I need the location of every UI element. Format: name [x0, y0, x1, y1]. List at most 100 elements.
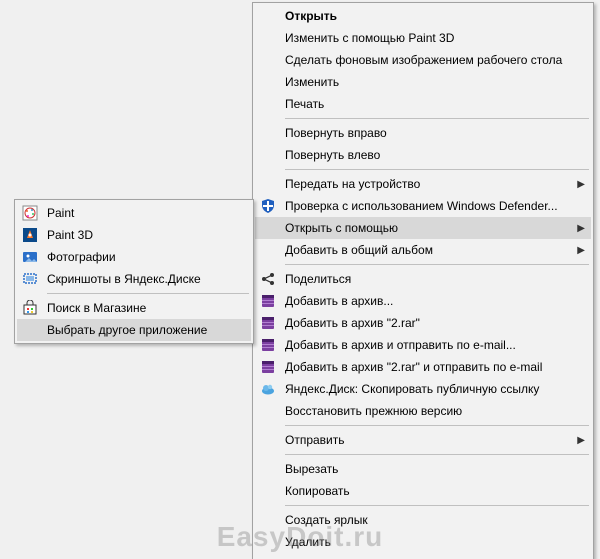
menu-item[interactable]: Яндекс.Диск: Скопировать публичную ссылк…	[255, 378, 591, 400]
menu-item[interactable]: Изменить	[255, 71, 591, 93]
menu-item-label: Яндекс.Диск: Скопировать публичную ссылк…	[285, 382, 585, 396]
menu-item-label: Выбрать другое приложение	[47, 323, 245, 337]
blank-icon	[259, 73, 277, 91]
menu-item-label: Открыть	[285, 9, 585, 23]
menu-item-label: Изменить с помощью Paint 3D	[285, 31, 585, 45]
blank-icon	[259, 124, 277, 142]
menu-separator	[285, 505, 589, 506]
menu-item[interactable]: Paint	[17, 202, 251, 224]
menu-item-label: Создать ярлык	[285, 513, 585, 527]
menu-item[interactable]: Копировать	[255, 480, 591, 502]
menu-item-label: Добавить в архив...	[285, 294, 585, 308]
photos-icon	[21, 248, 39, 266]
menu-item-label: Повернуть влево	[285, 148, 585, 162]
menu-item[interactable]: Добавить в архив...	[255, 290, 591, 312]
submenu-arrow-icon: ▶	[575, 245, 585, 256]
menu-item-label: Добавить в архив "2.rar" и отправить по …	[285, 360, 585, 374]
menu-item[interactable]: Поиск в Магазине	[17, 297, 251, 319]
submenu-arrow-icon: ▶	[575, 223, 585, 234]
menu-item-label: Поиск в Магазине	[47, 301, 245, 315]
menu-item-label: Изменить	[285, 75, 585, 89]
menu-item[interactable]: Создать ярлык	[255, 509, 591, 531]
submenu-arrow-icon: ▶	[575, 179, 585, 190]
menu-item[interactable]: Выбрать другое приложение	[17, 319, 251, 341]
blank-icon	[259, 219, 277, 237]
menu-item-label: Передать на устройство	[285, 177, 555, 191]
menu-item[interactable]: Добавить в архив "2.rar"	[255, 312, 591, 334]
menu-item-label: Вырезать	[285, 462, 585, 476]
menu-item-label: Скриншоты в Яндекс.Диске	[47, 272, 245, 286]
menu-item[interactable]: Переименовать	[255, 553, 591, 559]
menu-item[interactable]: Добавить в архив и отправить по e-mail..…	[255, 334, 591, 356]
menu-item-label: Копировать	[285, 484, 585, 498]
menu-item[interactable]: Повернуть вправо	[255, 122, 591, 144]
menu-item-label: Фотографии	[47, 250, 245, 264]
menu-item[interactable]: Скриншоты в Яндекс.Диске	[17, 268, 251, 290]
menu-item[interactable]: Поделиться	[255, 268, 591, 290]
menu-separator	[285, 454, 589, 455]
menu-item[interactable]: Сделать фоновым изображением рабочего ст…	[255, 49, 591, 71]
blank-icon	[259, 146, 277, 164]
menu-item[interactable]: Paint 3D	[17, 224, 251, 246]
rar-icon	[259, 358, 277, 376]
menu-item-label: Поделиться	[285, 272, 585, 286]
menu-item-label: Добавить в архив и отправить по e-mail..…	[285, 338, 585, 352]
menu-item[interactable]: Вырезать	[255, 458, 591, 480]
blank-icon	[259, 95, 277, 113]
blank-icon	[259, 241, 277, 259]
menu-item[interactable]: Удалить	[255, 531, 591, 553]
blank-icon	[259, 482, 277, 500]
menu-item-label: Отправить	[285, 433, 555, 447]
menu-separator	[285, 425, 589, 426]
menu-item-label: Paint	[47, 206, 245, 220]
menu-item-label: Добавить в общий альбом	[285, 243, 555, 257]
store-icon	[21, 299, 39, 317]
blank-icon	[259, 402, 277, 420]
rar-icon	[259, 336, 277, 354]
context-menu-openwith: Paint Paint 3D Фотографии Скриншоты в Яндек…	[14, 199, 254, 344]
menu-separator	[285, 118, 589, 119]
blank-icon	[259, 460, 277, 478]
menu-separator	[47, 293, 249, 294]
blank-icon	[259, 175, 277, 193]
menu-item[interactable]: Изменить с помощью Paint 3D	[255, 27, 591, 49]
menu-item-label: Удалить	[285, 535, 585, 549]
menu-item-label: Восстановить прежнюю версию	[285, 404, 585, 418]
menu-item[interactable]: Проверка с использованием Windows Defend…	[255, 195, 591, 217]
menu-item[interactable]: Фотографии	[17, 246, 251, 268]
paint3d-icon	[21, 226, 39, 244]
blank-icon	[259, 533, 277, 551]
blank-icon	[21, 321, 39, 339]
menu-item-label: Paint 3D	[47, 228, 245, 242]
menu-item-label: Проверка с использованием Windows Defend…	[285, 199, 585, 213]
rar-icon	[259, 292, 277, 310]
menu-item[interactable]: Открыть с помощью ▶	[255, 217, 591, 239]
menu-item[interactable]: Восстановить прежнюю версию	[255, 400, 591, 422]
rar-icon	[259, 314, 277, 332]
menu-item[interactable]: Повернуть влево	[255, 144, 591, 166]
menu-item-label: Добавить в архив "2.rar"	[285, 316, 585, 330]
context-menu-main: Открыть Изменить с помощью Paint 3D Сделат…	[252, 2, 594, 559]
screenshot-icon	[21, 270, 39, 288]
blank-icon	[259, 51, 277, 69]
blank-icon	[259, 555, 277, 559]
blank-icon	[259, 7, 277, 25]
menu-separator	[285, 169, 589, 170]
menu-item-label: Сделать фоновым изображением рабочего ст…	[285, 53, 585, 67]
menu-item[interactable]: Печать	[255, 93, 591, 115]
yadisk-icon	[259, 380, 277, 398]
menu-item[interactable]: Добавить в архив "2.rar" и отправить по …	[255, 356, 591, 378]
submenu-arrow-icon: ▶	[575, 435, 585, 446]
blank-icon	[259, 431, 277, 449]
menu-item[interactable]: Передать на устройство ▶	[255, 173, 591, 195]
menu-item-label: Печать	[285, 97, 585, 111]
menu-item[interactable]: Добавить в общий альбом ▶	[255, 239, 591, 261]
menu-item-label: Открыть с помощью	[285, 221, 555, 235]
shield-icon	[259, 197, 277, 215]
menu-item-label: Повернуть вправо	[285, 126, 585, 140]
menu-item[interactable]: Отправить ▶	[255, 429, 591, 451]
blank-icon	[259, 511, 277, 529]
menu-item[interactable]: Открыть	[255, 5, 591, 27]
share-icon	[259, 270, 277, 288]
blank-icon	[259, 29, 277, 47]
